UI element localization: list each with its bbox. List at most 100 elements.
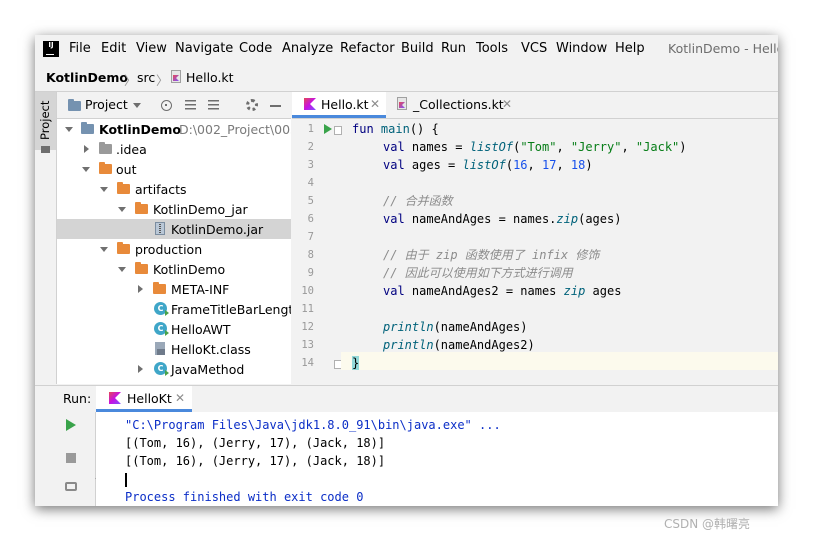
menu-navigate[interactable]: Navigate	[175, 41, 233, 56]
chevron-right-icon[interactable]	[138, 365, 143, 373]
chevron-down-icon[interactable]	[65, 127, 73, 132]
expand-all-icon[interactable]	[185, 100, 196, 111]
menu-view[interactable]: View	[136, 41, 167, 56]
project-view-icon	[68, 99, 81, 111]
project-tool-button[interactable]: Project	[35, 92, 56, 153]
tab-hello-kt[interactable]: Hello.kt ✕	[292, 92, 386, 118]
tab-label: _Collections.kt	[413, 97, 504, 112]
code-line-8: // 由于 zip 函数使用了 infix 修饰	[383, 248, 600, 262]
code-token: nameAndAges = names.	[404, 212, 557, 226]
folder-icon	[135, 202, 148, 214]
run-panel-label: Run:	[63, 391, 92, 406]
close-icon[interactable]: ✕	[502, 97, 512, 111]
breadcrumb-separator-icon: 〉	[156, 73, 169, 88]
close-icon[interactable]: ✕	[175, 391, 185, 405]
console-line-output: [(Tom, 16), (Jerry, 17), (Jack, 18)]	[125, 436, 386, 450]
chevron-down-icon[interactable]	[118, 267, 126, 272]
code-line-13: println(nameAndAges2)	[383, 336, 535, 354]
folder-icon	[117, 182, 130, 194]
tree-item-label: JavaMethod	[171, 362, 245, 377]
line-number: 1	[307, 123, 314, 135]
tree-item-helloawt[interactable]: C HelloAWT	[57, 319, 291, 339]
menu-help[interactable]: Help	[615, 41, 645, 56]
code-token: fun	[352, 122, 374, 136]
tree-item-kotlindemo-output[interactable]: KotlinDemo	[57, 259, 291, 279]
run-tab-hellokt[interactable]: HelloKt ✕	[96, 386, 192, 412]
code-token: "Tom"	[520, 140, 557, 154]
close-icon[interactable]: ✕	[370, 97, 380, 111]
menu-vcs[interactable]: VCS	[521, 41, 547, 56]
tree-item-frametitlebarlength[interactable]: C FrameTitleBarLength	[57, 299, 291, 319]
line-number: 9	[307, 267, 314, 279]
console-output[interactable]: "C:\Program Files\Java\jdk1.8.0_91\bin\j…	[96, 412, 778, 506]
code-token: 16	[513, 158, 528, 172]
class-file-icon	[155, 342, 165, 355]
tree-item-idea[interactable]: .idea	[57, 139, 291, 159]
chevron-right-icon[interactable]	[84, 145, 89, 153]
folder-icon	[41, 146, 50, 153]
line-number: 14	[301, 357, 314, 369]
menu-analyze[interactable]: Analyze	[282, 41, 333, 56]
tab-collections-kt[interactable]: _Collections.kt ✕	[387, 92, 517, 118]
folder-icon	[153, 282, 166, 294]
tree-item-label: KotlinDemo.jar	[171, 222, 264, 237]
class-icon: C	[154, 362, 169, 376]
tree-item-kotlindemo[interactable]: KotlinDemo D:\002_Project\003_	[57, 119, 291, 139]
editor-gutter: 1 2 3 4 5 6 7 8 9 10 11 12 13 14	[292, 119, 342, 384]
kotlin-file-icon	[397, 97, 407, 110]
hide-panel-icon[interactable]	[270, 105, 281, 107]
camera-icon[interactable]	[65, 482, 77, 491]
menu-build[interactable]: Build	[401, 41, 434, 56]
tree-item-kotlindemo-jar-file[interactable]: KotlinDemo.jar	[57, 219, 291, 239]
menu-code[interactable]: Code	[239, 41, 272, 56]
project-view-dropdown[interactable]: Project	[85, 97, 128, 112]
menu-run[interactable]: Run	[441, 41, 466, 56]
breadcrumb-file[interactable]: Hello.kt	[186, 70, 234, 85]
code-token: ,	[621, 140, 636, 154]
code-token: val	[383, 158, 405, 172]
line-number: 7	[307, 231, 314, 243]
tree-item-hellokt-class[interactable]: HelloKt.class	[57, 339, 291, 359]
tree-item-javamethod[interactable]: C JavaMethod	[57, 359, 291, 379]
tree-item-production[interactable]: production	[57, 239, 291, 259]
breadcrumb-project[interactable]: KotlinDemo	[46, 70, 128, 85]
chevron-down-icon[interactable]	[133, 103, 141, 108]
tree-item-out[interactable]: out	[57, 159, 291, 179]
kotlin-icon	[304, 98, 316, 110]
chevron-down-icon[interactable]	[100, 247, 108, 252]
tree-item-label: KotlinDemo	[99, 122, 181, 137]
chevron-down-icon[interactable]	[82, 167, 90, 172]
code-token: val	[383, 212, 405, 226]
menu-refactor[interactable]: Refactor	[340, 41, 395, 56]
tree-item-artifacts[interactable]: artifacts	[57, 179, 291, 199]
module-folder-icon	[81, 122, 94, 134]
tree-item-label: FrameTitleBarLength	[171, 302, 291, 317]
tab-label: Hello.kt	[321, 97, 369, 112]
code-token: (ages)	[578, 212, 622, 226]
code-editor[interactable]: fun main() { val names = listOf("Tom", "…	[341, 119, 778, 384]
menu-window[interactable]: Window	[556, 41, 607, 56]
run-gutter-icon[interactable]	[324, 124, 332, 134]
chevron-down-icon[interactable]	[118, 207, 126, 212]
tree-item-kotlindemo-jar[interactable]: KotlinDemo_jar	[57, 199, 291, 219]
locate-file-icon[interactable]	[161, 100, 172, 111]
menu-tools[interactable]: Tools	[476, 41, 508, 56]
collapse-all-icon[interactable]	[208, 100, 219, 111]
gear-icon[interactable]	[246, 99, 258, 111]
menu-edit[interactable]: Edit	[101, 41, 126, 56]
tree-item-label: .idea	[116, 142, 147, 157]
menu-file[interactable]: File	[69, 41, 91, 56]
left-tool-strip: Project	[35, 92, 57, 384]
chevron-down-icon[interactable]	[100, 187, 108, 192]
intellij-logo-icon: IJ	[43, 41, 59, 57]
stop-icon[interactable]	[66, 453, 76, 463]
folder-icon	[99, 142, 112, 154]
tree-item-label: out	[116, 162, 137, 177]
tree-item-label: production	[135, 242, 203, 257]
chevron-right-icon[interactable]	[138, 285, 143, 293]
breadcrumb-folder[interactable]: src	[137, 70, 155, 85]
code-line-14: }	[352, 354, 360, 372]
code-line-9: // 因此可以使用如下方式进行调用	[383, 266, 573, 280]
rerun-icon[interactable]	[66, 419, 76, 431]
tree-item-meta-inf[interactable]: META-INF	[57, 279, 291, 299]
